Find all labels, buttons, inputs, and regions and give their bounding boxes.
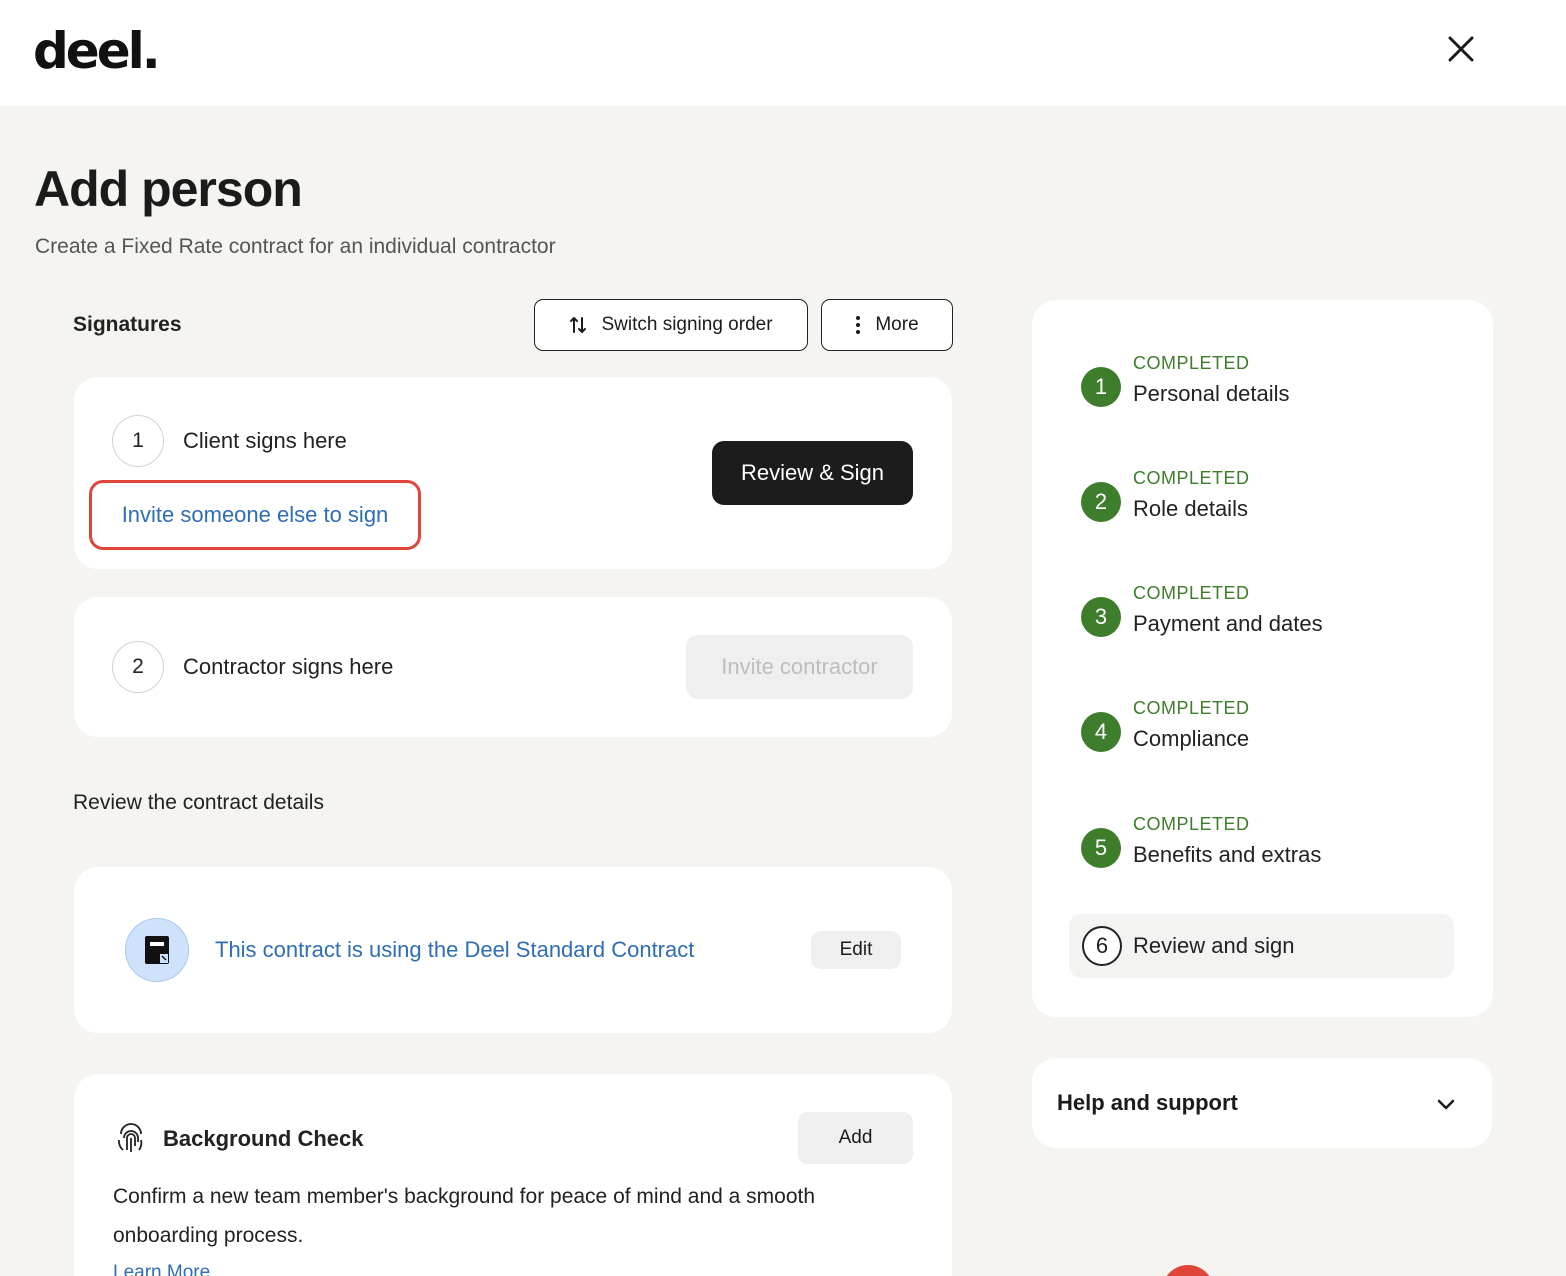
progress-step-label: Payment and dates xyxy=(1133,611,1323,636)
invite-contractor-button: Invite contractor xyxy=(686,635,913,699)
progress-step-status: COMPLETED xyxy=(1133,468,1250,488)
client-step-number: 1 xyxy=(112,415,164,467)
close-button[interactable] xyxy=(1442,30,1480,68)
progress-step-status: COMPLETED xyxy=(1133,814,1250,834)
progress-step-personal-details[interactable]: 1 COMPLETED Personal details xyxy=(1081,353,1461,434)
swap-vertical-icon xyxy=(570,317,587,333)
progress-step-number: 2 xyxy=(1081,482,1121,522)
deel-standard-contract-link[interactable]: This contract is using the Deel Standard… xyxy=(215,937,694,963)
background-check-description: Confirm a new team member's background f… xyxy=(113,1185,816,1247)
progress-step-label: Benefits and extras xyxy=(1133,842,1322,867)
progress-step-status: COMPLETED xyxy=(1133,583,1250,603)
deel-logo[interactable]: deel. xyxy=(33,22,161,80)
progress-step-benefits-and-extras[interactable]: 5 COMPLETED Benefits and extras xyxy=(1081,814,1461,895)
progress-step-number: 3 xyxy=(1081,597,1121,637)
chat-launcher-button[interactable] xyxy=(1162,1265,1214,1276)
invite-someone-else-link[interactable]: Invite someone else to sign xyxy=(89,480,421,550)
close-icon xyxy=(1448,36,1474,62)
switch-signing-order-label: Switch signing order xyxy=(601,314,773,335)
progress-step-number: 4 xyxy=(1081,712,1121,752)
progress-step-label: Compliance xyxy=(1133,726,1250,751)
more-button[interactable]: More xyxy=(821,299,953,351)
background-check-title: Background Check xyxy=(163,1126,364,1151)
switch-signing-order-button[interactable]: Switch signing order xyxy=(534,299,808,351)
help-and-support-panel[interactable]: Help and support xyxy=(1032,1058,1492,1148)
progress-step-label: Role details xyxy=(1133,496,1248,521)
more-vertical-icon xyxy=(856,316,861,334)
review-contract-title: Review the contract details xyxy=(73,791,324,814)
signatures-title: Signatures xyxy=(73,313,182,336)
learn-more-link[interactable]: Learn More xyxy=(113,1262,210,1276)
contractor-signs-label: Contractor signs here xyxy=(183,654,394,679)
progress-step-number: 5 xyxy=(1081,828,1121,868)
progress-step-status: COMPLETED xyxy=(1133,353,1250,373)
client-signs-label: Client signs here xyxy=(183,428,347,453)
more-label: More xyxy=(875,314,919,335)
progress-step-number: 1 xyxy=(1081,367,1121,407)
top-bar: deel. xyxy=(0,0,1566,106)
page-title: Add person xyxy=(34,161,303,217)
progress-step-label: Personal details xyxy=(1133,381,1290,406)
fingerprint-icon xyxy=(118,1123,143,1152)
add-background-check-button[interactable]: Add xyxy=(798,1112,913,1164)
current-step-label: Review and sign xyxy=(1133,933,1295,958)
current-step-number: 6 xyxy=(1082,926,1122,966)
progress-step-compliance[interactable]: 4 COMPLETED Compliance xyxy=(1081,698,1461,779)
review-and-sign-button[interactable]: Review & Sign xyxy=(712,441,913,505)
help-and-support-title: Help and support xyxy=(1057,1090,1238,1115)
progress-step-review-and-sign[interactable]: 6 Review and sign xyxy=(1069,914,1454,978)
chevron-down-icon xyxy=(1437,1099,1455,1110)
document-icon xyxy=(125,918,189,982)
page-subtitle: Create a Fixed Rate contract for an indi… xyxy=(35,235,556,258)
edit-contract-button[interactable]: Edit xyxy=(811,931,901,969)
progress-step-status: COMPLETED xyxy=(1133,698,1250,718)
progress-step-payment-and-dates[interactable]: 3 COMPLETED Payment and dates xyxy=(1081,583,1461,664)
progress-step-role-details[interactable]: 2 COMPLETED Role details xyxy=(1081,468,1461,549)
contractor-step-number: 2 xyxy=(112,641,164,693)
